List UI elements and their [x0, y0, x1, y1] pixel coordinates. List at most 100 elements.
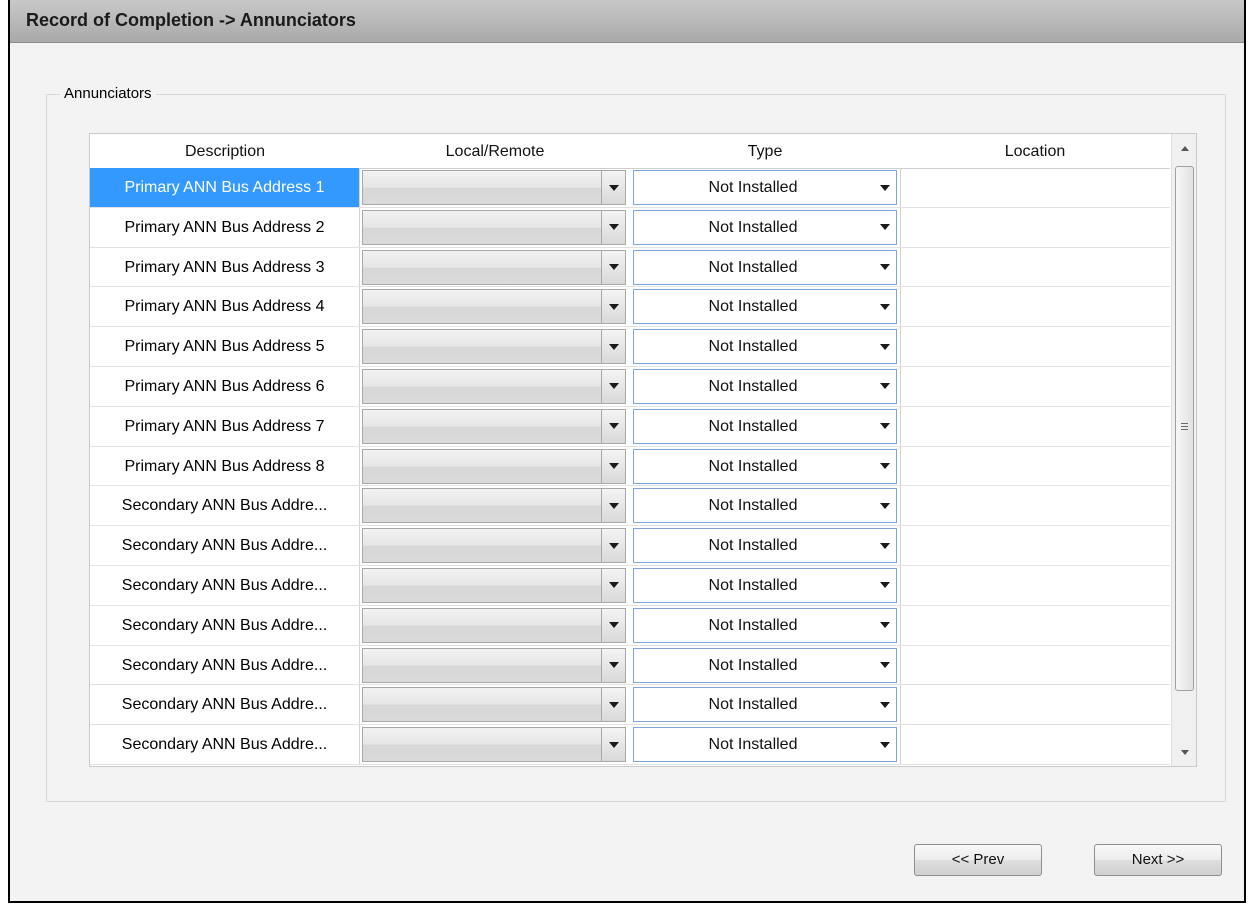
scroll-up-icon[interactable] [1172, 134, 1196, 162]
table-row[interactable]: Primary ANN Bus Address 1 Not Installed [90, 168, 1170, 208]
chevron-down-icon[interactable] [880, 688, 890, 721]
table-row[interactable]: Primary ANN Bus Address 5 Not Installed [90, 327, 1170, 367]
table-row[interactable]: Primary ANN Bus Address 7 Not Installed [90, 406, 1170, 447]
local-remote-dropdown[interactable] [362, 448, 626, 484]
description-cell[interactable]: Secondary ANN Bus Addre... [90, 685, 360, 725]
table-row[interactable]: Secondary ANN Bus Addre... Not Installed [90, 486, 1170, 527]
vertical-scrollbar[interactable] [1171, 134, 1196, 766]
table-row[interactable]: Primary ANN Bus Address 4 Not Installed [90, 287, 1170, 328]
location-cell[interactable] [900, 725, 1170, 764]
local-remote-dropdown[interactable] [362, 567, 626, 603]
chevron-down-icon[interactable] [601, 688, 625, 722]
next-button[interactable]: Next >> [1094, 844, 1222, 876]
type-dropdown[interactable]: Not Installed [633, 647, 897, 683]
table-row[interactable]: Secondary ANN Bus Addre... Not Installed [90, 645, 1170, 686]
column-header-description[interactable]: Description [90, 134, 360, 168]
chevron-down-icon[interactable] [601, 608, 625, 642]
chevron-down-icon[interactable] [601, 648, 625, 682]
chevron-down-icon[interactable] [880, 211, 890, 244]
chevron-down-icon[interactable] [880, 171, 890, 204]
location-cell[interactable] [900, 287, 1170, 327]
location-cell[interactable] [900, 168, 1170, 207]
chevron-down-icon[interactable] [601, 171, 625, 204]
scroll-down-icon[interactable] [1172, 738, 1196, 766]
location-cell[interactable] [900, 605, 1170, 645]
type-dropdown[interactable]: Not Installed [633, 488, 897, 524]
table-row[interactable]: Secondary ANN Bus Addre... Not Installed [90, 605, 1170, 646]
local-remote-dropdown[interactable] [362, 528, 626, 564]
type-dropdown[interactable]: Not Installed [633, 170, 897, 205]
scrollbar-thumb[interactable] [1175, 166, 1194, 691]
chevron-down-icon[interactable] [880, 410, 890, 443]
description-cell[interactable]: Primary ANN Bus Address 8 [90, 446, 360, 486]
chevron-down-icon[interactable] [601, 369, 625, 403]
column-header-type[interactable]: Type [630, 134, 900, 168]
local-remote-dropdown[interactable] [362, 170, 626, 205]
location-cell[interactable] [900, 685, 1170, 725]
chevron-down-icon[interactable] [880, 529, 890, 562]
column-header-location[interactable]: Location [900, 134, 1170, 168]
local-remote-dropdown[interactable] [362, 329, 626, 365]
type-dropdown[interactable]: Not Installed [633, 368, 897, 404]
local-remote-dropdown[interactable] [362, 607, 626, 643]
chevron-down-icon[interactable] [601, 728, 625, 762]
type-dropdown[interactable]: Not Installed [633, 289, 897, 325]
chevron-down-icon[interactable] [880, 609, 890, 642]
type-dropdown[interactable]: Not Installed [633, 567, 897, 603]
type-dropdown[interactable]: Not Installed [633, 329, 897, 365]
type-dropdown[interactable]: Not Installed [633, 209, 897, 245]
description-cell[interactable]: Primary ANN Bus Address 7 [90, 406, 360, 446]
chevron-down-icon[interactable] [601, 330, 625, 364]
local-remote-dropdown[interactable] [362, 727, 626, 763]
chevron-down-icon[interactable] [601, 529, 625, 563]
chevron-down-icon[interactable] [880, 370, 890, 403]
table-row[interactable]: Primary ANN Bus Address 3 Not Installed [90, 247, 1170, 288]
chevron-down-icon[interactable] [601, 210, 625, 244]
description-cell[interactable]: Primary ANN Bus Address 6 [90, 366, 360, 406]
type-dropdown[interactable]: Not Installed [633, 687, 897, 723]
type-dropdown[interactable]: Not Installed [633, 249, 897, 285]
table-row[interactable]: Primary ANN Bus Address 2 Not Installed [90, 207, 1170, 248]
local-remote-dropdown[interactable] [362, 408, 626, 444]
location-cell[interactable] [900, 446, 1170, 486]
chevron-down-icon[interactable] [601, 449, 625, 483]
table-row[interactable]: Secondary ANN Bus Addre... Not Installed [90, 565, 1170, 606]
location-cell[interactable] [900, 327, 1170, 366]
chevron-down-icon[interactable] [601, 290, 625, 324]
type-dropdown[interactable]: Not Installed [633, 528, 897, 564]
chevron-down-icon[interactable] [880, 728, 890, 761]
location-cell[interactable] [900, 486, 1170, 526]
local-remote-dropdown[interactable] [362, 368, 626, 404]
location-cell[interactable] [900, 526, 1170, 565]
table-row[interactable]: Primary ANN Bus Address 8 Not Installed [90, 446, 1170, 487]
location-cell[interactable] [900, 207, 1170, 247]
chevron-down-icon[interactable] [880, 649, 890, 682]
location-cell[interactable] [900, 645, 1170, 685]
location-cell[interactable] [900, 565, 1170, 605]
chevron-down-icon[interactable] [601, 568, 625, 602]
type-dropdown[interactable]: Not Installed [633, 607, 897, 643]
description-cell[interactable]: Secondary ANN Bus Addre... [90, 725, 360, 764]
local-remote-dropdown[interactable] [362, 209, 626, 245]
chevron-down-icon[interactable] [880, 450, 890, 483]
type-dropdown[interactable]: Not Installed [633, 448, 897, 484]
local-remote-dropdown[interactable] [362, 289, 626, 325]
table-row[interactable]: Secondary ANN Bus Addre... Not Installed [90, 526, 1170, 566]
local-remote-dropdown[interactable] [362, 687, 626, 723]
type-dropdown[interactable]: Not Installed [633, 727, 897, 763]
table-row[interactable]: Secondary ANN Bus Addre... Not Installed [90, 685, 1170, 726]
chevron-down-icon[interactable] [601, 250, 625, 284]
description-cell[interactable]: Primary ANN Bus Address 3 [90, 247, 360, 287]
local-remote-dropdown[interactable] [362, 249, 626, 285]
description-cell[interactable]: Secondary ANN Bus Addre... [90, 526, 360, 565]
local-remote-dropdown[interactable] [362, 647, 626, 683]
location-cell[interactable] [900, 366, 1170, 406]
description-cell[interactable]: Primary ANN Bus Address 1 [90, 168, 360, 207]
prev-button[interactable]: << Prev [914, 844, 1042, 876]
description-cell[interactable]: Primary ANN Bus Address 2 [90, 207, 360, 247]
chevron-down-icon[interactable] [880, 569, 890, 602]
chevron-down-icon[interactable] [880, 251, 890, 284]
table-row[interactable]: Secondary ANN Bus Addre... Not Installed [90, 725, 1170, 765]
description-cell[interactable]: Primary ANN Bus Address 4 [90, 287, 360, 327]
chevron-down-icon[interactable] [880, 290, 890, 323]
